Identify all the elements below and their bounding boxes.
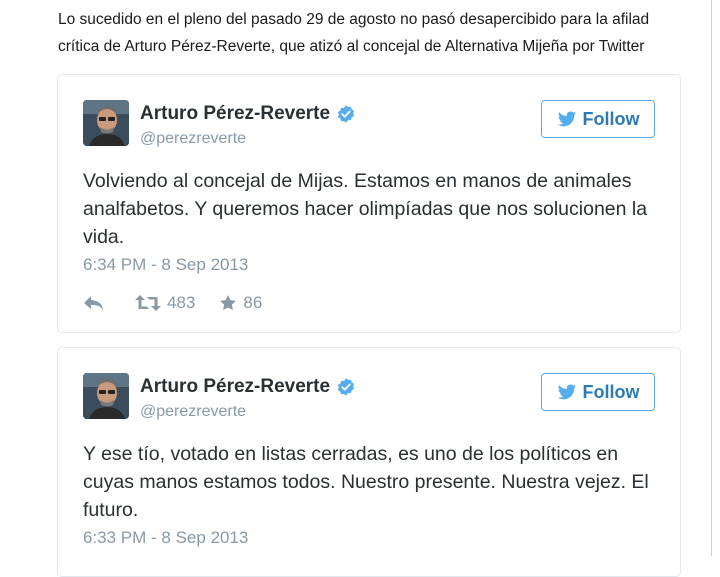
scrollbar[interactable] — [711, 0, 720, 556]
verified-badge-icon — [337, 105, 355, 123]
embedded-tweet: Arturo Pérez-Reverte @perezreverte Follo… — [57, 74, 681, 333]
tweet-timestamp[interactable]: 6:34 PM - 8 Sep 2013 — [83, 255, 248, 275]
author-name[interactable]: Arturo Pérez-Reverte — [140, 376, 330, 398]
favorite-button[interactable]: 86 — [219, 293, 262, 313]
follow-label: Follow — [582, 108, 640, 129]
follow-button[interactable]: Follow — [541, 100, 655, 138]
favorite-count: 86 — [243, 293, 263, 312]
author-name[interactable]: Arturo Pérez-Reverte — [140, 103, 330, 125]
retweet-button[interactable]: 483 — [135, 293, 195, 313]
reply-icon — [84, 296, 103, 310]
avatar[interactable] — [83, 373, 129, 419]
star-icon — [220, 295, 237, 311]
tweet-actions: 483 86 — [83, 293, 262, 313]
author-handle[interactable]: @perezreverte — [140, 403, 246, 421]
follow-label: Follow — [582, 381, 640, 402]
tweet-timestamp[interactable]: 6:33 PM - 8 Sep 2013 — [83, 528, 248, 548]
twitter-bird-icon — [557, 111, 576, 127]
article-line-2: crítica de Arturo Pérez-Reverte, que ati… — [58, 38, 645, 55]
tweet-text: Y ese tío, votado en listas cerradas, es… — [83, 443, 649, 521]
author-row: Arturo Pérez-Reverte — [140, 103, 356, 125]
verified-badge-icon — [337, 378, 355, 396]
follow-button[interactable]: Follow — [541, 373, 655, 411]
retweet-count: 483 — [167, 293, 196, 312]
author-row: Arturo Pérez-Reverte — [140, 376, 356, 398]
twitter-bird-icon — [557, 384, 576, 400]
article-line-1: Lo sucedido en el pleno del pasado 29 de… — [58, 11, 650, 28]
tweet-text: Volviendo al concejal de Mijas. Estamos … — [83, 170, 648, 248]
author-handle[interactable]: @perezreverte — [140, 130, 246, 148]
embedded-tweet: Arturo Pérez-Reverte @perezreverte Follo… — [57, 347, 681, 577]
article-paragraph: Lo sucedido en el pleno del pasado 29 de… — [58, 6, 720, 60]
retweet-icon — [135, 295, 161, 311]
avatar[interactable] — [83, 100, 129, 146]
reply-button[interactable] — [83, 294, 105, 312]
